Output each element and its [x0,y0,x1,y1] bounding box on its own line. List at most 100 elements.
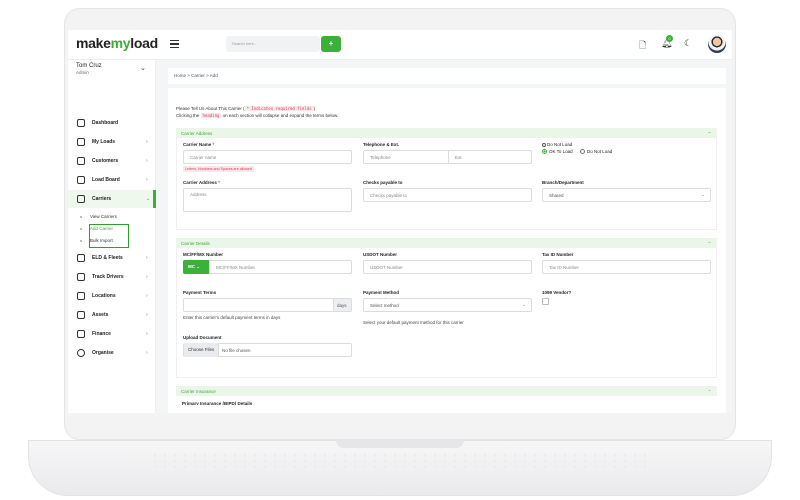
primary-insurance-label: Primary Insurance (BIPD) Details [182,401,253,405]
chevron-down-icon: ⌄ [700,192,705,198]
dashboard-icon [77,119,85,127]
section-carrier-details: MC/FF/MX Number MC ⌄ MC/FF/MX Number USD… [176,248,717,378]
days-addon: days [333,298,352,312]
users-icon [77,157,85,165]
section-carrier-address: Carrier Name * Carrier name Letters, Num… [176,138,717,230]
ext-input[interactable]: Ext. [448,150,532,164]
branch-select[interactable]: Shared ⌄ [542,188,711,202]
keyboard-texture [150,452,650,472]
intro-text: Please Tell Us About This Carrier (* Ind… [176,106,316,111]
main-content: Home > Carrier > Add Please Tell Us Abou… [156,60,732,413]
usdot-label: USDOT Number [363,252,398,257]
truck-icon [77,254,85,262]
chevron-right-icon: › [146,274,148,280]
sidebar-item-eld-fleets[interactable]: ELD & Fleets › [68,249,156,267]
sidebar: Tom Cruz Admin ⌄ Dashboard My Loads › Cus… [68,60,156,413]
chevron-right-icon: › [146,177,148,183]
app-logo[interactable]: makemyload [76,35,158,51]
carrier-address-label: Carrier Address * [183,180,220,185]
chevron-right-icon: › [146,158,148,164]
sidebar-item-track-drivers[interactable]: Track Drivers › [68,268,156,286]
payment-terms-help: Enter this carrier's default payment ter… [183,315,281,320]
avatar[interactable] [708,35,726,53]
sidebar-item-organise[interactable]: Organise › [68,344,156,362]
menu-icon[interactable] [170,40,179,49]
do-not-load-label: Do Not Load [542,142,572,147]
sidebar-item-finance[interactable]: Finance › [68,325,156,343]
vendor-checkbox[interactable] [542,298,549,305]
sidebar-item-dashboard[interactable]: Dashboard [68,114,156,132]
lock-icon [77,311,85,319]
no-file-text: No file chosen [222,348,251,353]
branch-label: Branch/Department [542,180,584,185]
sidebar-subitem-view-carriers[interactable]: View Carriers [80,214,117,219]
section-header-carrier-address[interactable]: Carrier Address − [176,128,717,138]
chevron-right-icon: › [146,331,148,337]
chevron-right-icon: › [146,255,148,261]
highlight-box [89,224,129,248]
payment-method-help: Select your default payment method for t… [363,320,464,325]
taxid-label: Tax ID Number [542,252,574,257]
upload-document-label: Upload Document [183,335,222,340]
carrier-name-input[interactable]: Carrier name [183,150,352,164]
document-icon[interactable]: 🗋 [639,38,646,54]
collapse-icon[interactable]: − [708,240,711,246]
chevron-right-icon: › [146,139,148,145]
chevron-right-icon: › [146,312,148,318]
laptop-notch [336,440,464,448]
truck-icon [77,138,85,146]
collapse-icon[interactable]: − [708,388,711,394]
breadcrumb: Home > Carrier > Add [168,68,726,84]
form-card: Please Tell Us About This Carrier (* Ind… [168,88,726,413]
payment-method-label: Payment Method [363,290,400,295]
carrier-name-error: Letters, Numbers and Spaces are allowed [183,166,254,172]
section-header-carrier-details[interactable]: Carrier Details − [176,238,717,248]
mc-prefix-dropdown[interactable]: MC ⌄ [183,260,209,274]
mc-number-label: MC/FF/MX Number [183,252,223,257]
notification-badge: 0 [666,35,673,42]
section-header-carrier-insurance[interactable]: Carrier Insurance − [176,386,717,396]
taxid-input[interactable]: Tax ID Number [542,260,711,274]
vendor-label: 1099 Vendor? [542,290,572,295]
address-textarea[interactable]: Address [183,188,352,212]
chevron-down-icon[interactable]: ⌄ [140,64,146,72]
payment-terms-label: Payment Terms [183,290,217,295]
user-name: Tom Cruz [76,63,102,69]
mc-number-input[interactable]: MC/FF/MX Number [209,260,352,274]
top-bar: makemyload Search here.. + 🗋 🔔︎ 0 ☾ [68,30,732,60]
add-button[interactable]: + [321,36,341,52]
laptop-screen: makemyload Search here.. + 🗋 🔔︎ 0 ☾ Tom … [68,30,732,413]
chart-icon [77,176,85,184]
checks-payable-label: Checks payable to [363,180,403,185]
calendar-icon [77,330,85,338]
moon-icon[interactable]: ☾ [684,38,692,49]
truck-icon [77,195,85,203]
chevron-down-icon: ⌄ [146,196,151,202]
telephone-label: Telephone & Ext. [363,142,400,147]
search-input[interactable]: Search here.. [226,36,320,52]
chevron-right-icon: › [146,350,148,356]
info-icon [542,142,546,147]
choose-files-button[interactable]: Choose Files [184,343,220,357]
collapse-icon[interactable]: − [708,130,711,136]
sidebar-item-assets[interactable]: Assets › [68,306,156,324]
sidebar-item-locations[interactable]: Locations › [68,287,156,305]
user-role: Admin [76,70,89,75]
gear-icon [77,349,85,357]
intro-hint: Clicking the heading on each section wil… [176,113,339,118]
ok-to-load-radio[interactable]: OK To Load [542,149,573,155]
carrier-name-label: Carrier Name * [183,142,215,147]
do-not-load-radio[interactable]: Do Not Load [580,149,612,155]
payment-method-select[interactable]: Select method ⌄ [363,298,532,312]
telephone-input[interactable]: Telephone [363,150,449,164]
sidebar-item-my-loads[interactable]: My Loads › [68,133,156,151]
sidebar-item-load-board[interactable]: Load Board › [68,171,156,189]
payment-terms-input[interactable] [183,298,334,312]
pin-icon [77,292,85,300]
file-upload-input[interactable]: Choose Files No file chosen [183,343,352,357]
checks-payable-input[interactable]: Checks payable to [363,188,532,202]
sidebar-item-carriers[interactable]: Carriers ⌄ [68,190,156,208]
sidebar-item-customers[interactable]: Customers › [68,152,156,170]
location-icon [77,273,85,281]
usdot-input[interactable]: USDOT Number [363,260,532,274]
